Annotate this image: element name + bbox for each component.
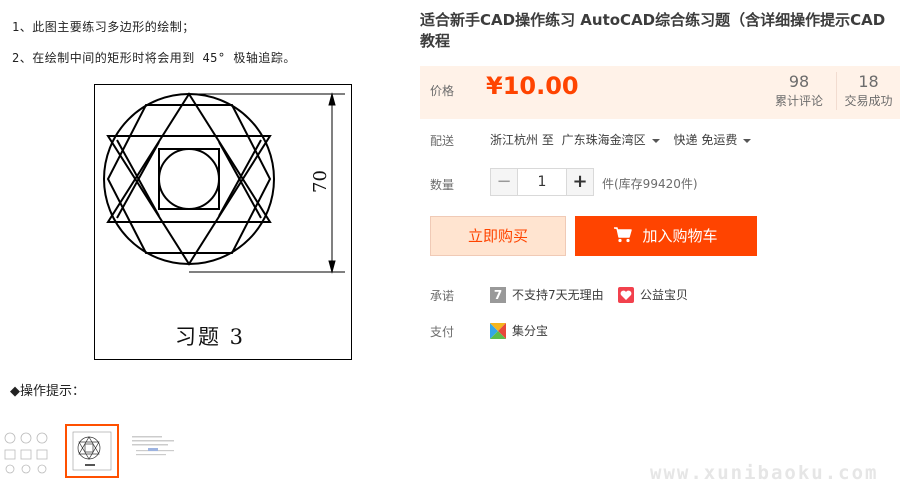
thumbnail-2-selected[interactable] [65, 424, 119, 478]
payment-row[interactable]: 集分宝 [490, 322, 548, 339]
image-note-2: 2、在绘制中间的矩形时将会用到 45° 极轴追踪。 [12, 51, 296, 65]
cad-drawing: 70 习题 3 [94, 84, 352, 360]
price-label: 价格 [430, 84, 455, 98]
reviews-label: 累计评论 [774, 94, 823, 108]
payment-method: 集分宝 [512, 324, 549, 338]
delivery-row: 浙江杭州 至 广东珠海金湾区 快递 免运费 [490, 131, 761, 148]
thumbnail-2-icon [72, 431, 112, 471]
stock-info: 件(库存99420件) [602, 177, 698, 191]
price-panel: 价格 ¥10.00 98 累计评论 18 交易成功 [420, 66, 900, 119]
product-title: 适合新手CAD操作练习 AutoCAD综合练习题（含详细操作提示CAD教程 [420, 11, 886, 50]
thumbnail-3[interactable] [128, 424, 182, 478]
add-to-cart-button[interactable]: 加入购物车 [575, 216, 757, 256]
watermark: www.xunibaoku.com [650, 462, 879, 484]
promise-no-return-label: 不支持7天无理由 [512, 288, 604, 302]
buy-now-button[interactable]: 立即购买 [430, 216, 566, 256]
thumbnail-1-icon [4, 432, 48, 474]
quantity-increase-button[interactable]: + [566, 168, 594, 196]
price-value: ¥10.00 [486, 72, 579, 100]
sales-stat: 18 交易成功 [836, 72, 900, 110]
promise-charity[interactable]: 公益宝贝 [618, 286, 688, 303]
delivery-method-selector[interactable]: 快递 免运费 [674, 133, 738, 147]
hexagon [106, 104, 272, 254]
triangle-down [106, 135, 272, 266]
outer-circle [103, 93, 275, 265]
quantity-stepper: − 1 + [490, 168, 594, 196]
caret-down-icon[interactable] [743, 138, 752, 143]
thumbnail-1[interactable] [0, 424, 54, 478]
dimension-label: 70 [309, 170, 331, 193]
caret-down-icon[interactable] [651, 138, 660, 143]
reviews-stat[interactable]: 98 累计评论 [767, 72, 831, 110]
charity-icon [618, 286, 634, 303]
sales-count: 18 [858, 72, 879, 91]
cad-figure-svg [103, 92, 345, 274]
quantity-input[interactable]: 1 [518, 168, 566, 196]
quantity-decrease-button[interactable]: − [490, 168, 518, 196]
add-to-cart-label: 加入购物车 [642, 227, 718, 245]
inner-circle [158, 148, 220, 210]
delivery-label: 配送 [430, 134, 455, 148]
cart-icon [614, 227, 633, 243]
product-main-image: 1、此图主要练习多边形的绘制； 2、在绘制中间的矩形时将会用到 45° 极轴追踪… [0, 0, 400, 420]
promise-label: 承诺 [430, 289, 455, 303]
image-note-1: 1、此图主要练习多边形的绘制； [12, 20, 195, 34]
payment-label: 支付 [430, 325, 455, 339]
thumbnail-3-icon [132, 436, 174, 456]
tips-label: ◆操作提示： [10, 384, 85, 399]
promise-charity-label: 公益宝贝 [640, 288, 689, 302]
no-return-7-icon: 7 [490, 286, 506, 303]
sales-label: 交易成功 [844, 94, 893, 108]
promise-no-return[interactable]: 7 不支持7天无理由 [490, 286, 604, 303]
exercise-title: 习题 3 [175, 325, 246, 349]
triangle-up [106, 92, 272, 223]
delivery-to-selector[interactable]: 广东珠海金湾区 [562, 133, 646, 147]
reviews-count: 98 [788, 72, 810, 91]
quantity-label: 数量 [430, 178, 455, 192]
delivery-from: 浙江杭州 至 [490, 133, 554, 147]
thumbnail-strip [0, 424, 200, 480]
jifenbao-icon [490, 322, 506, 339]
